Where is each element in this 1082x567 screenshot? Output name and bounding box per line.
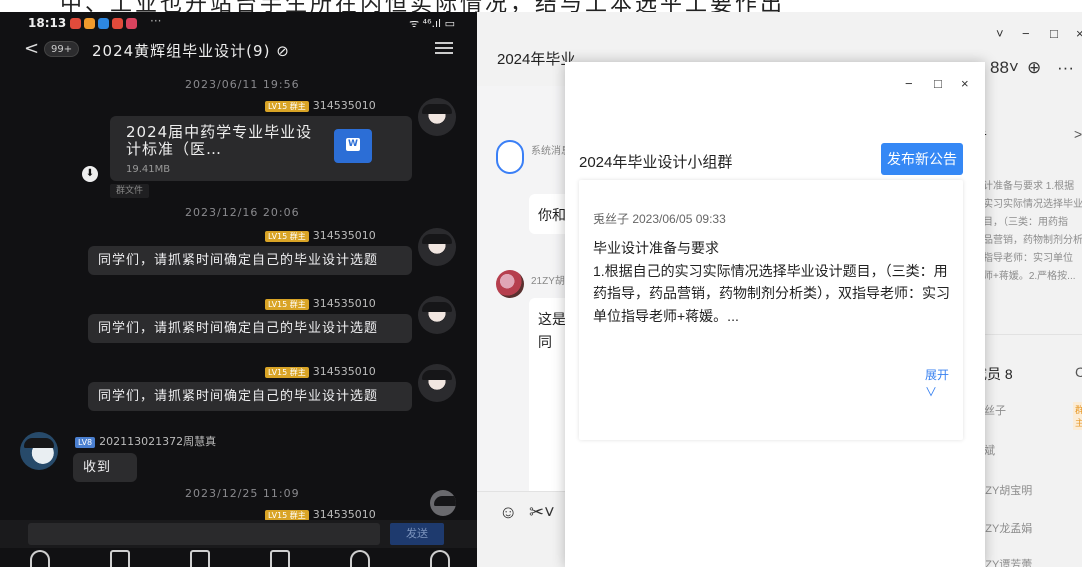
members-more[interactable]: C: [1075, 364, 1082, 380]
voice-icon[interactable]: [30, 550, 50, 567]
notification-icons: [70, 18, 137, 29]
emoji-icon[interactable]: [350, 550, 370, 567]
scroll-down-icon[interactable]: [430, 490, 456, 516]
sender-line: LV15 群主 314535010: [265, 365, 376, 379]
unread-badge[interactable]: 99+: [44, 41, 80, 57]
dropdown-icon[interactable]: ˅: [996, 26, 1004, 41]
announcement-body: 毕业设计准备与要求 1.根据自己的实习实际情况选择毕业设计题目，（三类：用药指导…: [593, 240, 950, 324]
level-badge: LV15 群主: [265, 298, 309, 310]
timestamp: 2023/12/16 20:06: [185, 206, 300, 219]
avatar[interactable]: [418, 296, 456, 334]
clock: 18:13: [28, 16, 67, 30]
avatar[interactable]: [496, 270, 524, 298]
app-icon: [70, 18, 81, 29]
avatar[interactable]: [418, 98, 456, 136]
minimize-icon[interactable]: −: [1022, 26, 1030, 41]
chevron-right-icon[interactable]: >: [1074, 126, 1082, 142]
level-badge: LV8: [75, 436, 96, 448]
sender-line: LV8 202113021372周慧真: [75, 433, 217, 448]
menu-icon[interactable]: [435, 42, 453, 54]
document-fragment: 中、工业也开站台手生所在内恒实际情况，结与工本选平工要作出: [0, 0, 1082, 12]
plus-icon[interactable]: [430, 550, 450, 567]
announcement-meta: 兎丝子 2023/06/05 09:33: [593, 212, 726, 226]
sender-id: 314535010: [312, 99, 376, 112]
avatar[interactable]: [418, 364, 456, 402]
maximize-icon[interactable]: □: [1050, 26, 1058, 41]
back-icon[interactable]: <: [24, 38, 39, 59]
chat-title: 2024黄辉组毕业设计(9) ⊘: [92, 42, 290, 60]
input-toolbar: [0, 550, 477, 567]
dialog-title: 2024年毕业设计小组群: [579, 154, 733, 171]
timestamp: 2023/12/25 11:09: [185, 487, 300, 500]
add-icon[interactable]: ⊕: [1027, 58, 1041, 78]
sender-id: 314535010: [312, 365, 376, 378]
group-file-tag: 群文件: [110, 184, 150, 198]
message-bubble[interactable]: 收到: [73, 453, 137, 482]
avatar[interactable]: [418, 228, 456, 266]
chat-header: < 99+ 2024黄辉组毕业设计(9) ⊘: [0, 36, 477, 62]
announcement-preview[interactable]: 设计准备与要求 1.根据 的实习实际情况选择毕业 题目，（三类：用药指 药品营销…: [973, 178, 1082, 298]
download-icon[interactable]: ⬇: [82, 166, 98, 182]
signal-icon: ᯤ ⁴⁶.ıl ▭: [409, 17, 455, 30]
timestamp: 2023/06/11 19:56: [185, 78, 300, 91]
app-icon: [84, 18, 95, 29]
expand-link[interactable]: 展开 ∨: [925, 366, 963, 400]
message-bubble[interactable]: 同学们，请抓紧时间确定自己的毕业设计选题: [88, 382, 412, 411]
level-badge: LV15 群主: [265, 230, 309, 242]
level-badge: LV15 群主: [265, 366, 309, 378]
maximize-icon[interactable]: □: [934, 76, 942, 91]
announcement-card[interactable]: 兎丝子 2023/06/05 09:33 毕业设计准备与要求 1.根据自己的实习…: [579, 180, 963, 440]
close-icon[interactable]: ×: [961, 76, 969, 91]
message-bubble[interactable]: 同学们，请抓紧时间确定自己的毕业设计选题: [88, 314, 412, 343]
grid-menu-icon[interactable]: 88˅: [990, 58, 1019, 78]
more-icon[interactable]: ···: [1057, 58, 1074, 78]
document-text: 中、工业也开站台手生所在内恒实际情况，结与工本选平工要作出: [60, 0, 785, 12]
sender-id: 314535010: [312, 229, 376, 242]
sender-id: 314535010: [312, 297, 376, 310]
message-bubble[interactable]: 同学们，请抓紧时间确定自己的毕业设计选题: [88, 246, 412, 275]
emoji-icon[interactable]: ☺: [499, 502, 517, 523]
app-icon: [112, 18, 123, 29]
minimize-icon[interactable]: −: [905, 76, 913, 91]
file-size: 19.41MB: [126, 164, 171, 175]
owner-badge: 群主: [1073, 402, 1082, 430]
image-icon[interactable]: [110, 550, 130, 567]
screenshot-root: 中、工业也开站台手生所在内恒实际情况，结与工本选平工要作出 18:13 ··· …: [0, 0, 1082, 567]
file-card[interactable]: 2024届中药学专业毕业设计标准（医… 19.41MB: [110, 116, 412, 181]
status-bar: 18:13 ··· ᯤ ⁴⁶.ıl ▭: [0, 12, 477, 36]
sender-name: 202113021372周慧真: [99, 435, 217, 448]
message-input[interactable]: [28, 523, 380, 545]
system-avatar: [496, 140, 524, 174]
chat-title: 2024年毕业: [497, 51, 576, 68]
app-icon: [126, 18, 137, 29]
app-icon: [98, 18, 109, 29]
file-name: 2024届中药学专业毕业设计标准（医…: [126, 123, 313, 158]
close-icon[interactable]: ×: [1076, 26, 1082, 41]
sender-line: LV15 群主 314535010: [265, 99, 376, 113]
level-badge: LV15 群主: [265, 100, 309, 112]
sender-line: LV15 群主 314535010: [265, 297, 376, 311]
input-bar: 发送: [0, 520, 477, 548]
send-button[interactable]: 发送: [390, 523, 444, 545]
screenshot-icon[interactable]: ✂˅: [529, 502, 555, 523]
level-badge: LV15 群主: [265, 509, 309, 521]
word-file-icon: [334, 129, 372, 163]
camera-icon[interactable]: [190, 550, 210, 567]
more-notifications: ···: [150, 14, 162, 28]
publish-announcement-button[interactable]: 发布新公告: [881, 143, 963, 175]
sender-line: LV15 群主 314535010: [265, 229, 376, 243]
announcement-dialog: − □ × 2024年毕业设计小组群 发布新公告 兎丝子 2023/06/05 …: [565, 62, 985, 567]
envelope-icon[interactable]: [270, 550, 290, 567]
phone-chat: 18:13 ··· ᯤ ⁴⁶.ıl ▭ < 99+ 2024黄辉组毕业设计(9)…: [0, 12, 477, 567]
sender-name: 21ZY胡: [531, 276, 565, 287]
avatar[interactable]: [20, 432, 58, 470]
